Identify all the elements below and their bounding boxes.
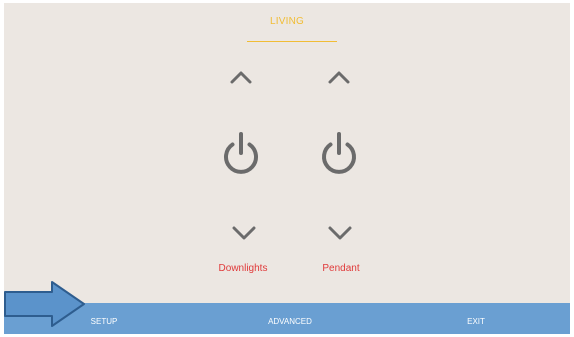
page-title: LIVING: [270, 16, 304, 27]
chevron-down-icon[interactable]: [231, 225, 257, 241]
advanced-button[interactable]: ADVANCED: [250, 303, 330, 334]
chevron-up-icon[interactable]: [229, 69, 253, 85]
exit-button[interactable]: EXIT: [456, 303, 496, 334]
title-underline: [247, 41, 337, 42]
power-icon[interactable]: [218, 131, 264, 177]
control-screen: LIVING Downlights Pendant SETUP ADVANCED…: [4, 3, 570, 334]
channel-label-downlights: Downlights: [218, 263, 268, 274]
chevron-up-icon[interactable]: [327, 69, 351, 85]
power-icon[interactable]: [316, 131, 362, 177]
bottom-nav-bar: SETUP ADVANCED EXIT: [4, 303, 570, 334]
channel-label-pendant: Pendant: [322, 263, 360, 274]
arrow-right-icon: [4, 281, 85, 327]
chevron-down-icon[interactable]: [327, 225, 353, 241]
